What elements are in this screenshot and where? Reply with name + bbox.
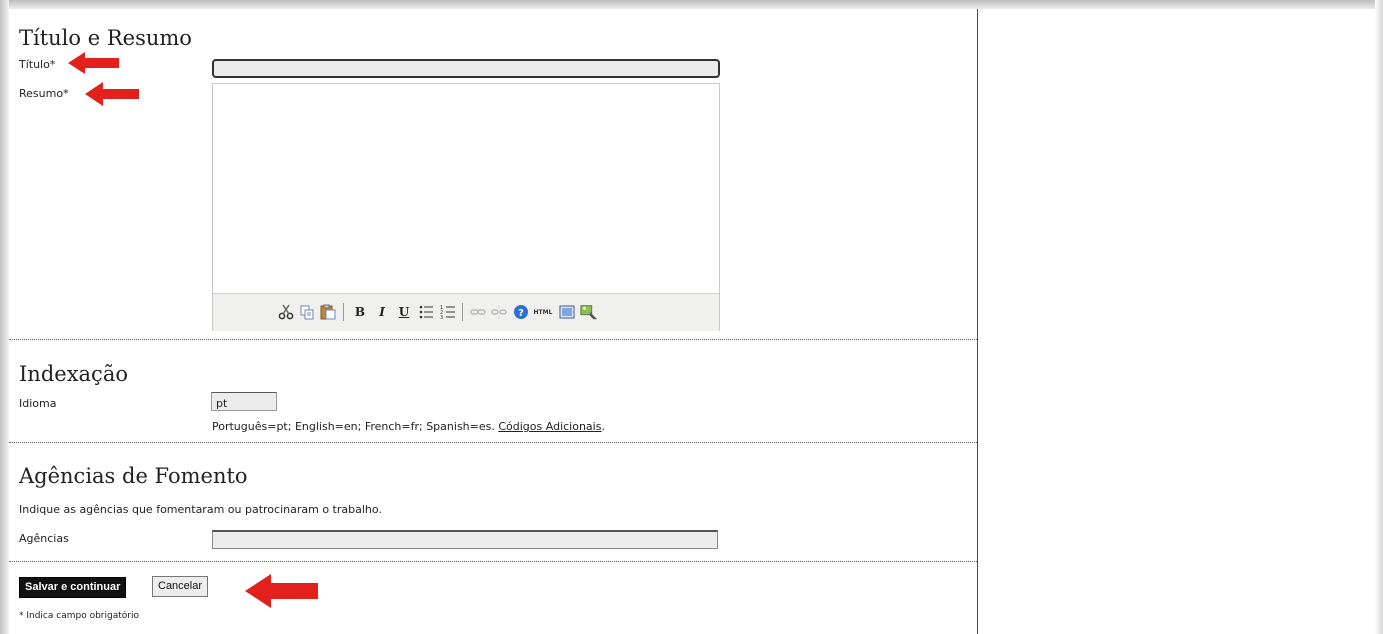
window-left-shadow [0,0,9,634]
section-title-resumo-heading: Título e Resumo [19,26,192,50]
italic-icon[interactable]: I [373,303,391,321]
agencias-input[interactable] [212,530,718,549]
window-top-shadow [0,0,1383,9]
numbered-list-icon[interactable]: 123 [439,303,457,321]
indexacao-heading: Indexação [19,362,128,386]
resumo-rich-text-editor: B I U 123 ? HTML [212,83,720,331]
agencias-instructions: Indique as agências que fomentaram ou pa… [19,503,382,516]
editor-toolbar: B I U 123 ? HTML [213,293,719,331]
unlink-icon[interactable] [490,303,508,321]
agencias-label: Agências [19,532,69,545]
save-and-continue-button[interactable]: Salvar e continuar [19,577,127,598]
idioma-label: Idioma [19,397,57,410]
idioma-hint-end: . [601,420,605,433]
resumo-label: Resumo* [19,87,69,100]
cancel-button[interactable]: Cancelar [152,576,209,597]
titulo-input[interactable] [212,59,720,78]
fullscreen-icon[interactable] [558,303,576,321]
idioma-hint: Português=pt; English=en; French=fr; Spa… [212,420,605,433]
paste-icon[interactable] [319,303,337,321]
red-arrow-icon [245,574,318,608]
copy-icon[interactable] [298,303,316,321]
idioma-input[interactable]: pt [211,392,277,411]
cut-icon[interactable] [277,303,295,321]
section-divider [9,339,977,340]
resumo-text-area[interactable] [213,84,719,292]
underline-icon[interactable]: U [395,303,413,321]
required-field-note: * Indica campo obrigatório [19,611,139,621]
link-icon[interactable] [469,303,487,321]
svg-text:3: 3 [440,315,443,320]
bold-icon[interactable]: B [351,303,369,321]
section-divider [9,561,977,562]
red-arrow-icon [68,52,119,74]
idioma-hint-text: Português=pt; English=en; French=fr; Spa… [212,420,499,433]
submission-form: Título e Resumo Título* Resumo* B I U 1 … [9,9,978,634]
toolbar-separator [462,303,463,321]
codigos-adicionais-link[interactable]: Códigos Adicionais [498,420,601,433]
red-arrow-icon [85,82,139,106]
bullet-list-icon[interactable] [417,303,435,321]
svg-text:?: ? [518,308,524,319]
toolbar-separator [343,303,344,321]
section-divider [9,442,977,443]
help-icon[interactable]: ? [512,303,530,321]
titulo-label: Título* [19,58,56,71]
agencias-heading: Agências de Fomento [19,464,248,488]
html-icon[interactable]: HTML [532,303,554,321]
image-upload-icon[interactable] [580,303,598,321]
window-right-shadow [1375,0,1383,634]
